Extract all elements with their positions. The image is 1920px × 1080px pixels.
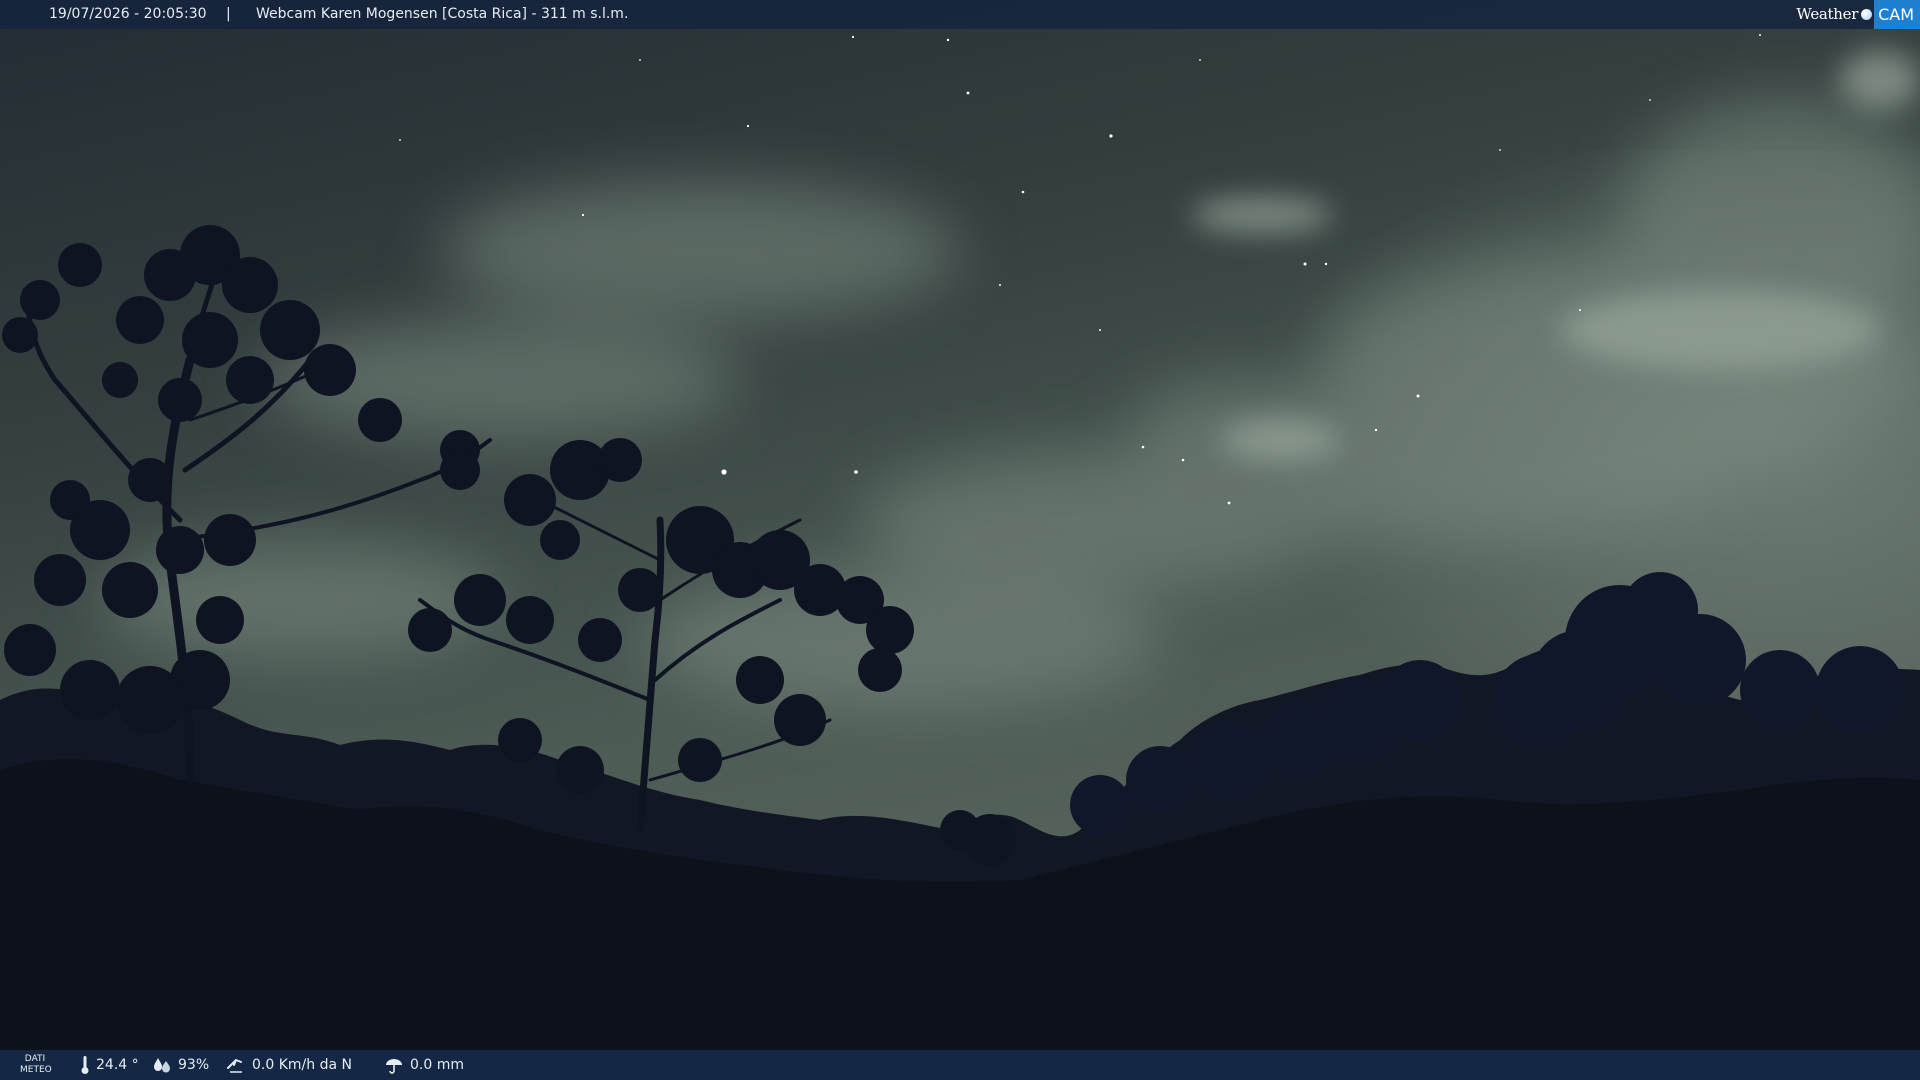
wind-icon	[227, 1059, 242, 1073]
weather-data-bar: DATI METEO 24.4 ° 93% 0.0 Km/h da N 0.0 …	[0, 1050, 1920, 1080]
logo-text-weather: Weather	[1796, 5, 1859, 23]
header-separator: |	[226, 6, 231, 22]
rain-value: 0.0 mm	[410, 1057, 464, 1073]
header-bar: 19/07/2026 - 20:05:30 | Webcam Karen Mog…	[0, 0, 1920, 29]
webcam-title: Webcam Karen Mogensen [Costa Rica] - 311…	[256, 6, 629, 22]
datetime-stamp: 19/07/2026 - 20:05:30	[49, 6, 207, 22]
rain-gauge-icon	[386, 1059, 402, 1074]
weather-data-label-line1: DATI	[24, 1054, 46, 1064]
wind-value: 0.0 Km/h da N	[252, 1057, 352, 1073]
weather-data-label-line2: METEO	[20, 1065, 52, 1075]
wind-metric: 0.0 Km/h da N	[226, 1050, 352, 1080]
humidity-drops-icon	[154, 1058, 170, 1073]
weather-data-label: DATI METEO	[20, 1054, 52, 1076]
weathercam-logo: Weather CAM	[1796, 0, 1920, 29]
humidity-value: 93%	[178, 1057, 210, 1073]
globe-dot-icon	[1861, 9, 1873, 20]
thermometer-icon	[81, 1056, 89, 1074]
rain-metric: 0.0 mm	[384, 1050, 464, 1080]
humidity-metric: 93%	[152, 1050, 209, 1080]
logo-text-cam: CAM	[1874, 0, 1920, 29]
webcam-night-scene	[0, 0, 1920, 1080]
temperature-value: 24.4 °	[96, 1057, 139, 1073]
temperature-metric: 24.4 °	[80, 1050, 139, 1080]
webcam-frame: 19/07/2026 - 20:05:30 | Webcam Karen Mog…	[0, 0, 1920, 1080]
